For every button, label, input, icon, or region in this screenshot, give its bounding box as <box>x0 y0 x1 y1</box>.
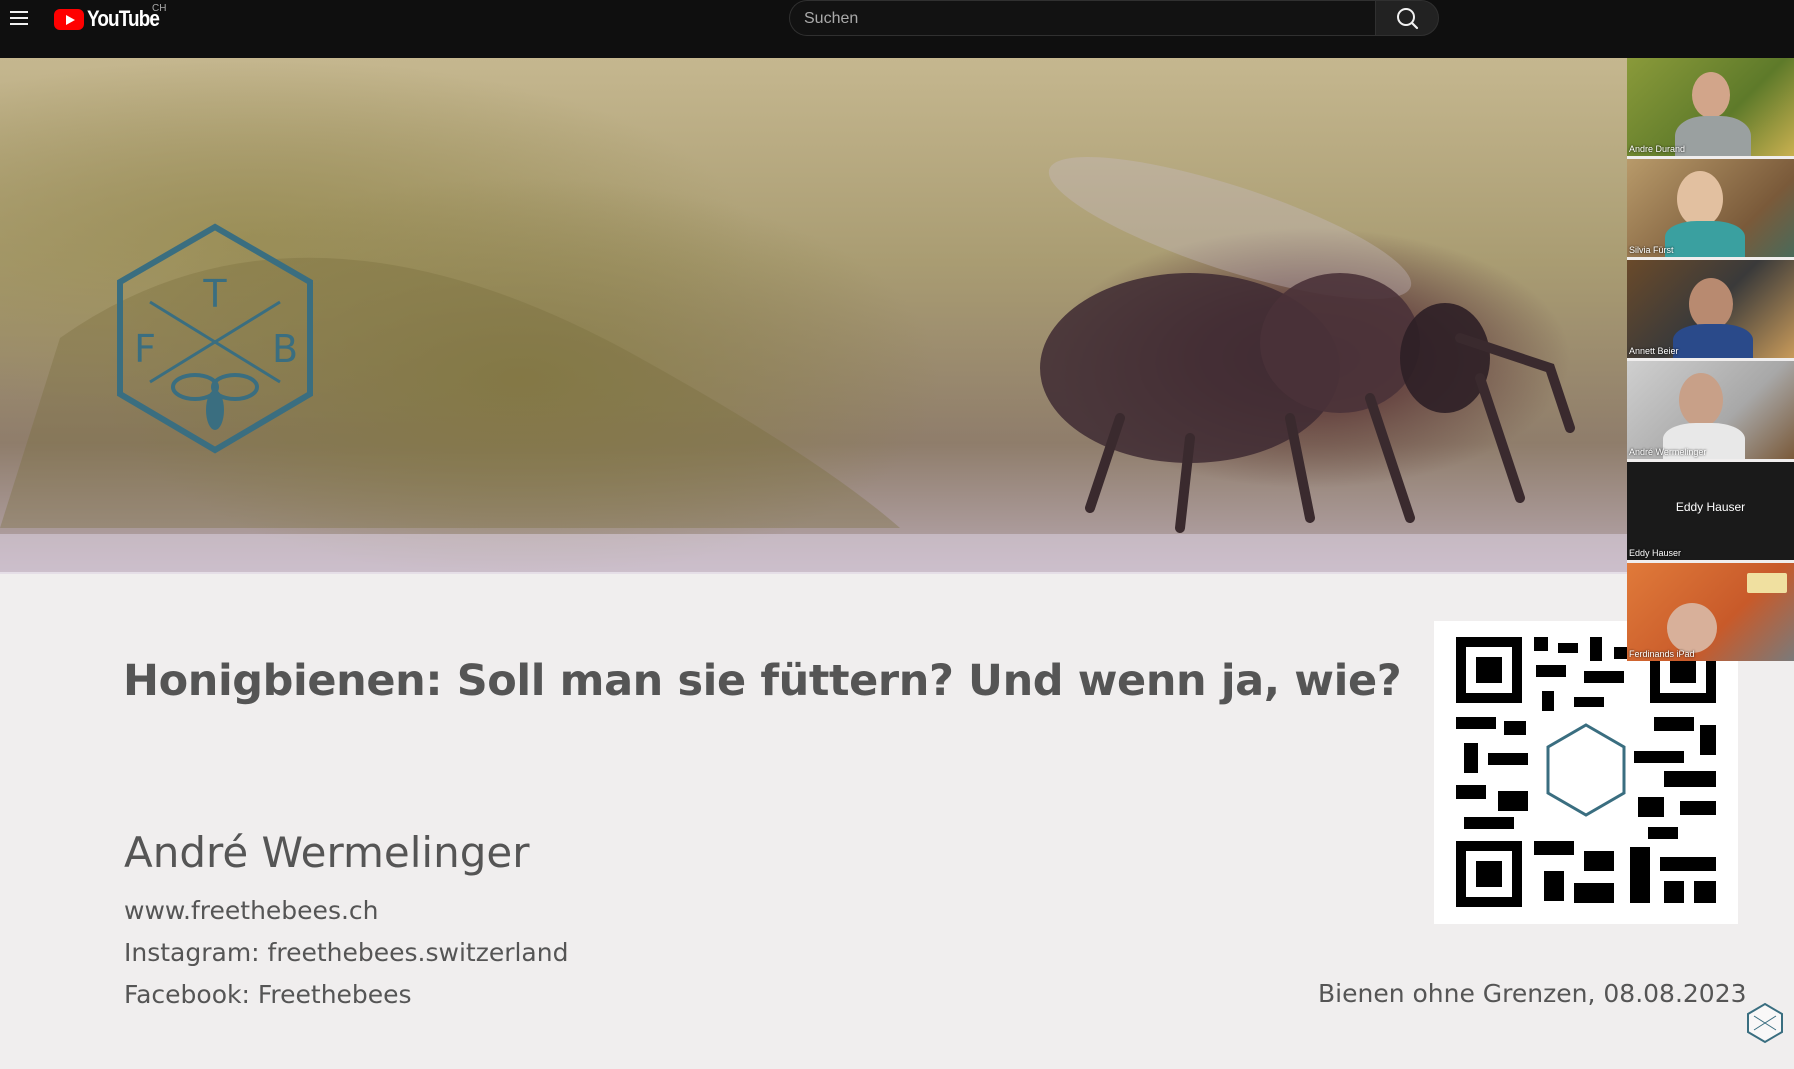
participant-name: André Wermelinger <box>1629 447 1707 457</box>
logo-letter-b: B <box>272 327 298 371</box>
participant-name: Ferdinands iPad <box>1629 649 1695 659</box>
participant-tile[interactable]: Eddy Hauser Eddy Hauser <box>1627 462 1794 560</box>
youtube-play-icon <box>54 8 84 30</box>
participant-tile[interactable]: André Wermelinger <box>1627 361 1794 459</box>
facebook-text: Facebook: Freethebees <box>124 980 412 1009</box>
participant-tile[interactable]: Ferdinands iPad <box>1627 563 1794 661</box>
participant-tile[interactable]: Annett Beier <box>1627 260 1794 358</box>
video-player[interactable]: T F B Honigbienen: Soll man sie füttern?… <box>0 58 1794 1069</box>
qr-code <box>1434 621 1738 924</box>
participant-tile[interactable]: Silvia Fürst <box>1627 159 1794 257</box>
search-icon <box>1397 8 1419 30</box>
event-date-text: Bienen ohne Grenzen, 08.08.2023 <box>1318 979 1747 1008</box>
presenter-name: André Wermelinger <box>124 828 530 877</box>
search-box <box>789 0 1375 37</box>
freethebees-logo: T F B <box>117 223 313 454</box>
participant-tile[interactable]: Andre Durand <box>1627 58 1794 156</box>
logo-letter-t: T <box>202 272 227 316</box>
participant-name: Eddy Hauser <box>1629 548 1682 558</box>
menu-icon[interactable] <box>8 6 32 30</box>
youtube-wordmark: YouTube <box>87 6 160 31</box>
slide-hero-image: T F B <box>0 58 1627 572</box>
instagram-text: Instagram: freethebees.switzerland <box>124 938 569 967</box>
top-bar: YouTube CH <box>0 0 1794 57</box>
participant-name: Annett Beier <box>1629 346 1679 356</box>
participant-name: Andre Durand <box>1629 144 1686 154</box>
participant-name: Silvia Fürst <box>1629 245 1674 255</box>
channel-watermark-icon <box>1747 1002 1783 1044</box>
search-input[interactable] <box>790 1 1346 37</box>
participant-display-label: Eddy Hauser <box>1675 500 1746 514</box>
logo-letter-f: F <box>134 327 156 371</box>
website-text: www.freethebees.ch <box>124 896 379 925</box>
slide-title: Honigbienen: Soll man sie füttern? Und w… <box>123 656 1402 706</box>
country-code: CH <box>152 3 167 14</box>
search-button[interactable] <box>1375 0 1439 36</box>
slide-divider-band <box>0 534 1627 574</box>
